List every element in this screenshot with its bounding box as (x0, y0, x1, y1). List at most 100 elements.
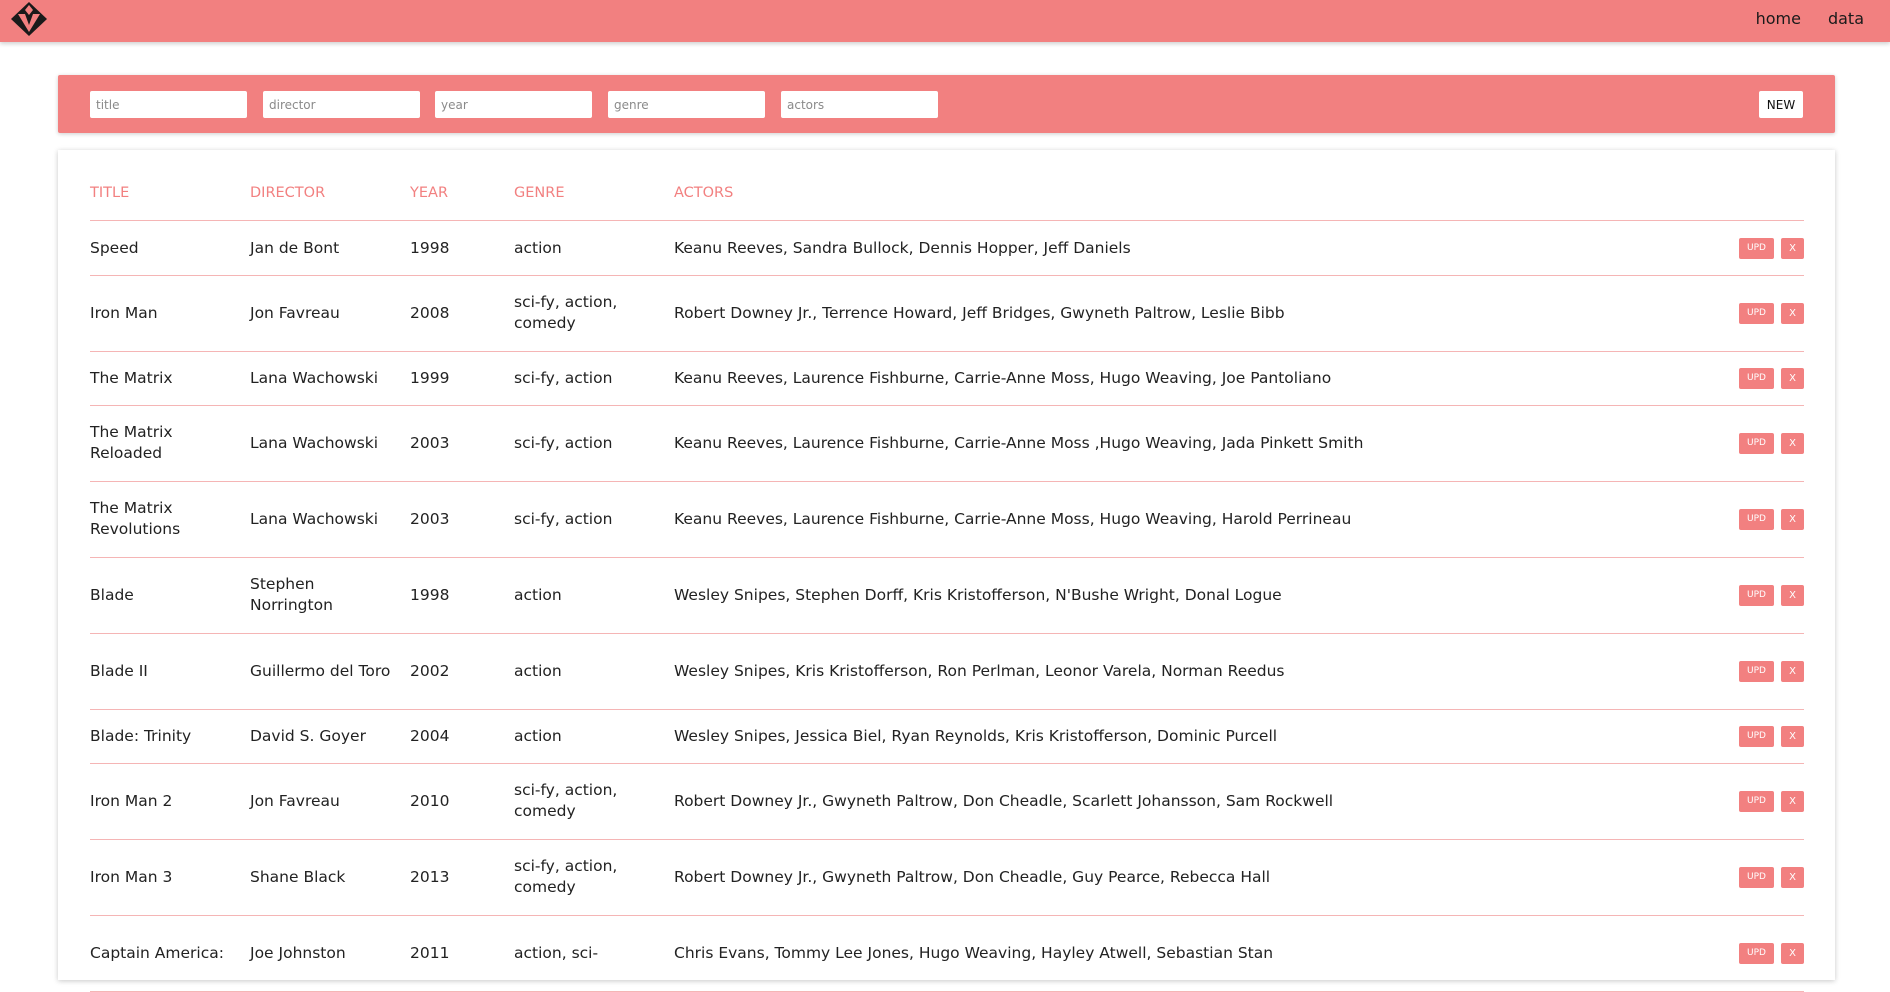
table-header-row: TITLE DIRECTOR YEAR GENRE ACTORS (90, 150, 1804, 221)
delete-button[interactable]: X (1781, 237, 1804, 259)
table-row: Blade: Trinity David S. Goyer 2004 action We… (90, 709, 1804, 764)
update-button[interactable]: UPD (1739, 432, 1774, 454)
table-row: Iron Man 3 Shane Black 2013 sci-fy, action,… (90, 839, 1804, 916)
delete-button[interactable]: X (1781, 725, 1804, 747)
row-actions: UPD X (1739, 633, 1804, 709)
delete-button[interactable]: X (1781, 302, 1804, 324)
cell-title: Blade (90, 585, 134, 604)
cell-actors: Robert Downey Jr., Gwyneth Paltrow, Don … (674, 867, 1271, 886)
table-row: Blade II Guillermo del Toro 2002 action Wesl… (90, 633, 1804, 710)
movies-table: TITLE DIRECTOR YEAR GENRE ACTORS Speed Ja… (58, 150, 1835, 992)
cell-year: 2002 (410, 661, 450, 680)
cell-genre: action (514, 661, 562, 680)
update-button[interactable]: UPD (1739, 508, 1774, 530)
genre-filter-input[interactable] (608, 91, 765, 118)
actors-filter-input[interactable] (781, 91, 938, 118)
cell-actors: Wesley Snipes, Stephen Dorff, Kris Krist… (674, 585, 1282, 604)
cell-director: Lana Wachowski (250, 433, 379, 452)
top-navbar: home data (0, 0, 1890, 42)
update-button[interactable]: UPD (1739, 942, 1774, 964)
cell-title: Captain America: (90, 943, 224, 962)
cell-director: Joe Johnston (250, 943, 346, 962)
cell-actors: Keanu Reeves, Sandra Bullock, Dennis Hop… (674, 238, 1131, 257)
title-filter-input[interactable] (90, 91, 247, 118)
cell-title: Blade II (90, 661, 148, 680)
cell-title: The Matrix Revolutions (90, 499, 181, 538)
update-button[interactable]: UPD (1739, 237, 1774, 259)
table-row: Iron Man 2 Jon Favreau 2010 sci-fy, action,… (90, 763, 1804, 840)
cell-genre: action (514, 585, 562, 604)
table-row: Blade Stephen Norrington 1998 action Wesley … (90, 557, 1804, 634)
cell-title: Iron Man 3 (90, 867, 173, 886)
cell-year: 1998 (410, 585, 450, 604)
nav-links: home data (1756, 0, 1864, 36)
table-row: Speed Jan de Bont 1998 action Keanu Reeves, … (90, 221, 1804, 276)
cell-actors: Keanu Reeves, Laurence Fishburne, Carrie… (674, 509, 1352, 528)
cell-year: 2013 (410, 867, 450, 886)
delete-button[interactable]: X (1781, 432, 1804, 454)
delete-button[interactable]: X (1781, 660, 1804, 682)
update-button[interactable]: UPD (1739, 725, 1774, 747)
cell-title: The Matrix Reloaded (90, 423, 173, 462)
cell-year: 2008 (410, 303, 450, 322)
row-actions: UPD X (1739, 763, 1804, 839)
nav-data-link[interactable]: data (1828, 9, 1864, 28)
director-filter-input[interactable] (263, 91, 420, 118)
cell-director: David S. Goyer (250, 726, 366, 745)
row-actions: UPD X (1739, 557, 1804, 633)
cell-director: Jon Favreau (250, 303, 340, 322)
update-button[interactable]: UPD (1739, 790, 1774, 812)
cell-genre: action (514, 726, 562, 745)
cell-director: Jon Favreau (250, 791, 340, 810)
delete-button[interactable]: X (1781, 866, 1804, 888)
delete-button[interactable]: X (1781, 942, 1804, 964)
cell-year: 2010 (410, 791, 450, 810)
cell-year: 2003 (410, 433, 450, 452)
update-button[interactable]: UPD (1739, 866, 1774, 888)
cell-genre: sci-fy, action, comedy (514, 781, 618, 820)
cell-actors: Chris Evans, Tommy Lee Jones, Hugo Weavi… (674, 943, 1274, 962)
cell-title: Blade: Trinity (90, 726, 192, 745)
cell-actors: Robert Downey Jr., Terrence Howard, Jeff… (674, 303, 1285, 322)
update-button[interactable]: UPD (1739, 584, 1774, 606)
cell-actors: Robert Downey Jr., Gwyneth Paltrow, Don … (674, 791, 1334, 810)
table-row: The Matrix Lana Wachowski 1999 sci-fy, acti… (90, 351, 1804, 406)
table-row: The Matrix Revolutions Lana Wachowski 2003… (90, 481, 1804, 558)
header-year: YEAR (410, 185, 449, 201)
row-actions: UPD X (1739, 351, 1804, 405)
table-row: Iron Man Jon Favreau 2008 sci-fy, action, c… (90, 275, 1804, 352)
cell-genre: sci-fy, action, comedy (514, 293, 618, 332)
update-button[interactable]: UPD (1739, 302, 1774, 324)
cell-genre: sci-fy, action (514, 368, 613, 387)
row-actions: UPD X (1739, 405, 1804, 481)
cell-title: Iron Man (90, 303, 158, 322)
delete-button[interactable]: X (1781, 508, 1804, 530)
cell-year: 1999 (410, 368, 450, 387)
update-button[interactable]: UPD (1739, 367, 1774, 389)
delete-button[interactable]: X (1781, 790, 1804, 812)
cell-title: Iron Man 2 (90, 791, 173, 810)
header-actors: ACTORS (674, 185, 734, 201)
new-movie-button[interactable]: NEW (1759, 91, 1803, 118)
row-actions: UPD X (1739, 915, 1804, 991)
diamond-v-logo[interactable] (10, 1, 48, 37)
row-actions: UPD X (1739, 709, 1804, 763)
table-row: Captain America: Joe Johnston 2011 action, … (90, 915, 1804, 992)
nav-home-link[interactable]: home (1756, 9, 1801, 28)
filter-bar: NEW (58, 75, 1835, 133)
update-button[interactable]: UPD (1739, 660, 1774, 682)
cell-genre: sci-fy, action (514, 433, 613, 452)
year-filter-input[interactable] (435, 91, 592, 118)
header-genre: GENRE (514, 185, 565, 201)
header-director: DIRECTOR (250, 185, 326, 201)
delete-button[interactable]: X (1781, 367, 1804, 389)
cell-year: 1998 (410, 238, 450, 257)
cell-director: Guillermo del Toro (250, 661, 391, 680)
cell-genre: sci-fy, action, comedy (514, 857, 618, 896)
delete-button[interactable]: X (1781, 584, 1804, 606)
cell-director: Jan de Bont (250, 238, 340, 257)
cell-year: 2011 (410, 943, 450, 962)
cell-director: Lana Wachowski (250, 368, 379, 387)
cell-actors: Keanu Reeves, Laurence Fishburne, Carrie… (674, 368, 1332, 387)
row-actions: UPD X (1739, 221, 1804, 275)
